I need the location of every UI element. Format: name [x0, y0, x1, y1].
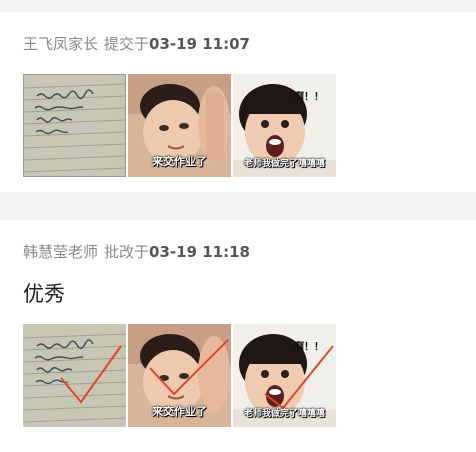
graded-homework-photo-thumb[interactable] [23, 324, 126, 427]
submission-meta: 王飞凤家长 提交于03-19 11:07 [23, 34, 250, 54]
graded-meme-shock-caption: 老师我做完了嘻嘻嘻 [243, 409, 325, 419]
review-comment: 优秀 [23, 282, 65, 306]
middle-gap [0, 192, 476, 220]
submitter-name[interactable]: 王飞凤家长 [23, 35, 98, 53]
submission-card: 王飞凤家长 提交于03-19 11:07 来交作业了 啊！！ 老师我做完了嘻嘻嘻 [0, 12, 476, 192]
graded-meme-shock-thumb[interactable]: 啊！！ 老师我做完了嘻嘻嘻 [233, 324, 336, 427]
submission-time: 03-19 11:07 [149, 35, 250, 53]
review-card: 韩慧莹老师 批改于03-19 11:18 优秀 来交作业了 啊！！ 老师我做完了… [0, 220, 476, 452]
meme-shock-caption: 老师我做完了嘻嘻嘻 [243, 159, 325, 169]
homework-photo-icon [23, 74, 126, 177]
homework-photo-thumb[interactable] [23, 74, 126, 177]
submission-action: 提交于 [104, 35, 150, 53]
graded-meme-child-thumb[interactable]: 来交作业了 [128, 324, 231, 427]
meme-child-thumb[interactable]: 来交作业了 [128, 74, 231, 177]
review-action: 批改于 [104, 243, 150, 261]
meme-shock-thumb[interactable]: 啊！！ 老师我做完了嘻嘻嘻 [233, 74, 336, 177]
meme-shock-top-caption: 啊！！ [294, 92, 324, 103]
homework-photo-icon [23, 324, 126, 427]
top-gap [0, 0, 476, 12]
meme-child-caption: 来交作业了 [152, 155, 207, 168]
homework-feed: 王飞凤家长 提交于03-19 11:07 来交作业了 啊！！ 老师我做完了嘻嘻嘻… [0, 0, 476, 452]
graded-meme-shock-top-caption: 啊！！ [294, 342, 324, 353]
reviewer-name[interactable]: 韩慧莹老师 [23, 243, 98, 261]
graded-meme-child-caption: 来交作业了 [152, 405, 207, 418]
review-meta: 韩慧莹老师 批改于03-19 11:18 [23, 242, 250, 262]
review-time: 03-19 11:18 [149, 243, 250, 261]
